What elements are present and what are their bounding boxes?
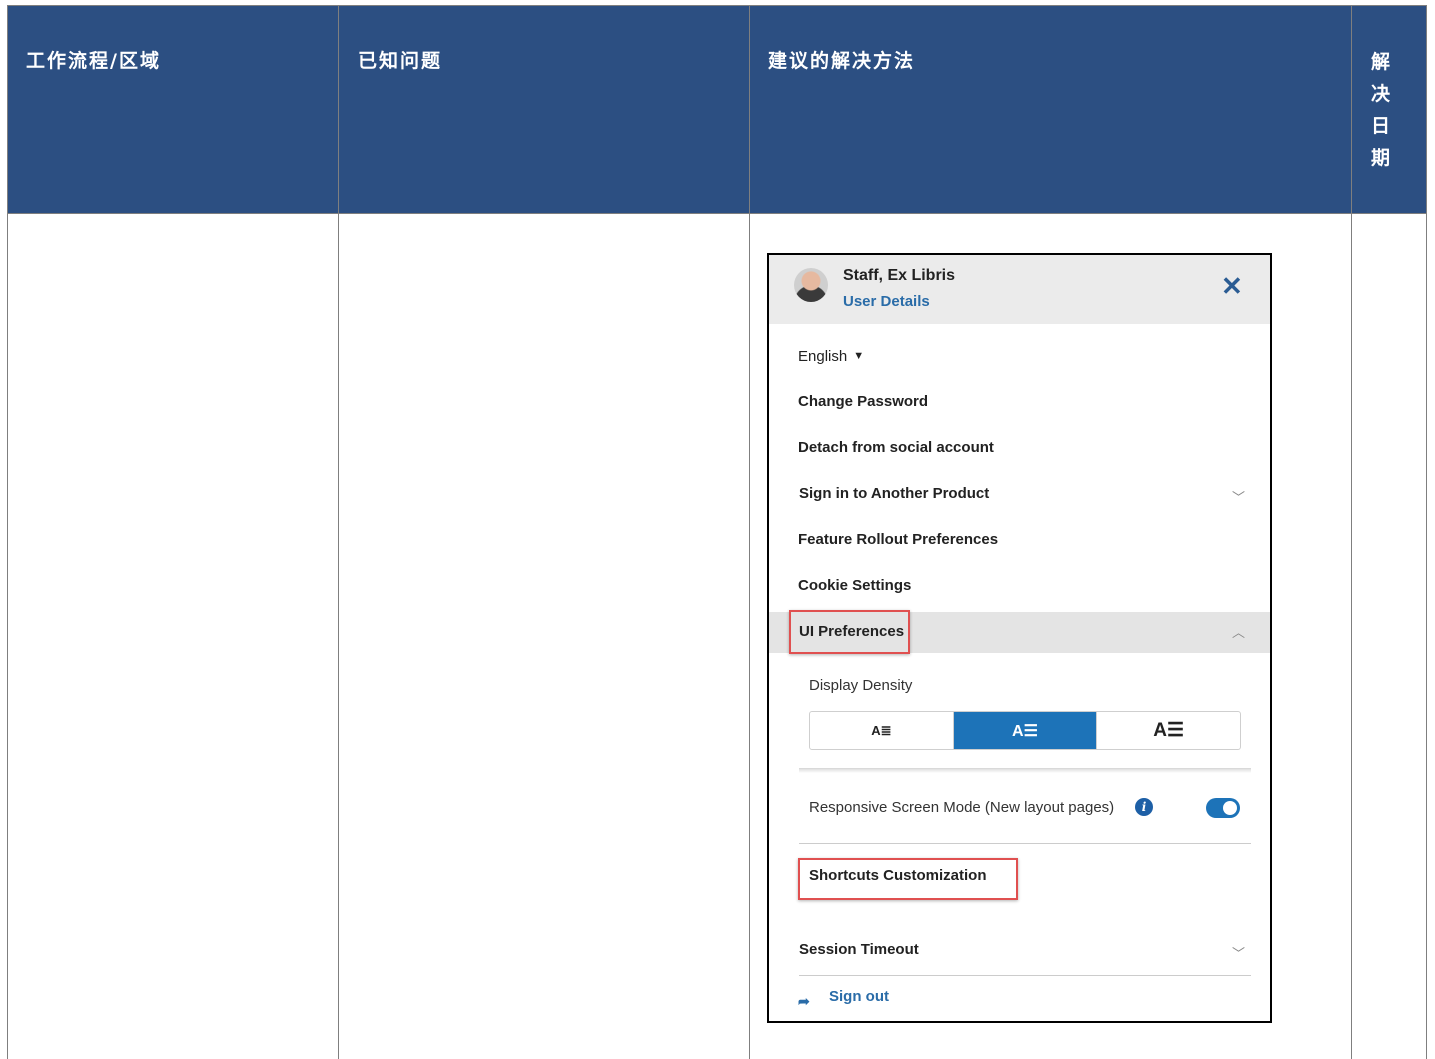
density-normal-button[interactable]: A☰ (953, 712, 1098, 749)
chevron-down-icon[interactable]: ﹀ (1232, 943, 1245, 962)
table-header-divider (7, 213, 1427, 214)
header-workaround: 建议的解决方法 (768, 50, 916, 72)
density-normal-icon: A☰ (1012, 722, 1038, 740)
chevron-down-icon[interactable]: ﹀ (1232, 487, 1245, 506)
user-menu-header: Staff, Ex Libris User Details ✕ (769, 255, 1270, 324)
feature-rollout-item[interactable]: Feature Rollout Preferences (798, 531, 998, 548)
header-workflow-area: 工作流程/区域 (26, 50, 161, 72)
table-column-divider (338, 5, 339, 1059)
user-name: Staff, Ex Libris (843, 267, 956, 284)
issues-table: 工作流程/区域 已知问题 建议的解决方法 解决日期 Staff, Ex Libr… (0, 0, 1435, 1059)
user-details-link[interactable]: User Details (843, 293, 930, 310)
avatar (794, 268, 828, 302)
responsive-mode-label: Responsive Screen Mode (New layout pages… (809, 799, 1115, 816)
section-divider (799, 843, 1251, 844)
section-divider (799, 975, 1251, 976)
density-comfortable-button[interactable]: A☰ (1097, 712, 1240, 749)
cookie-settings-item[interactable]: Cookie Settings (798, 577, 911, 594)
density-comfortable-icon: A☰ (1153, 720, 1185, 741)
table-column-divider (749, 5, 750, 1059)
info-icon[interactable]: i (1135, 798, 1153, 816)
caret-down-icon: ▼ (853, 350, 865, 362)
table-column-divider (1351, 5, 1352, 1059)
density-compact-icon: A≣ (871, 722, 892, 738)
change-password-item[interactable]: Change Password (798, 393, 928, 410)
session-timeout-item[interactable]: Session Timeout (799, 941, 919, 958)
table-header-row (7, 5, 1427, 213)
header-resolution-date: 解决日期 (1371, 51, 1393, 169)
close-icon[interactable]: ✕ (1221, 269, 1243, 303)
toggle-knob (1223, 801, 1237, 815)
detach-social-item[interactable]: Detach from social account (798, 439, 994, 456)
language-label: English (798, 348, 848, 365)
sign-out-link[interactable]: Sign out (829, 988, 889, 1005)
language-selector[interactable]: English ▼ (798, 348, 864, 365)
header-known-issue: 已知问题 (358, 50, 443, 72)
highlight-box (798, 858, 1018, 900)
display-density-selector: A≣ A☰ A☰ (809, 711, 1241, 750)
chevron-up-icon: ︿ (1232, 625, 1246, 640)
sign-out-icon: ➦ (798, 993, 810, 1009)
user-menu-panel: Staff, Ex Libris User Details ✕ English ▼… (767, 253, 1272, 1023)
table-border-left (7, 5, 8, 1059)
density-compact-button[interactable]: A≣ (810, 712, 954, 749)
sign-in-another-product-item[interactable]: Sign in to Another Product (799, 485, 989, 502)
highlight-box (789, 610, 910, 654)
section-divider (799, 768, 1251, 773)
table-border-right (1426, 5, 1427, 1059)
display-density-label: Display Density (809, 677, 913, 694)
table-border-top (7, 5, 1427, 6)
responsive-mode-toggle[interactable] (1206, 798, 1240, 818)
